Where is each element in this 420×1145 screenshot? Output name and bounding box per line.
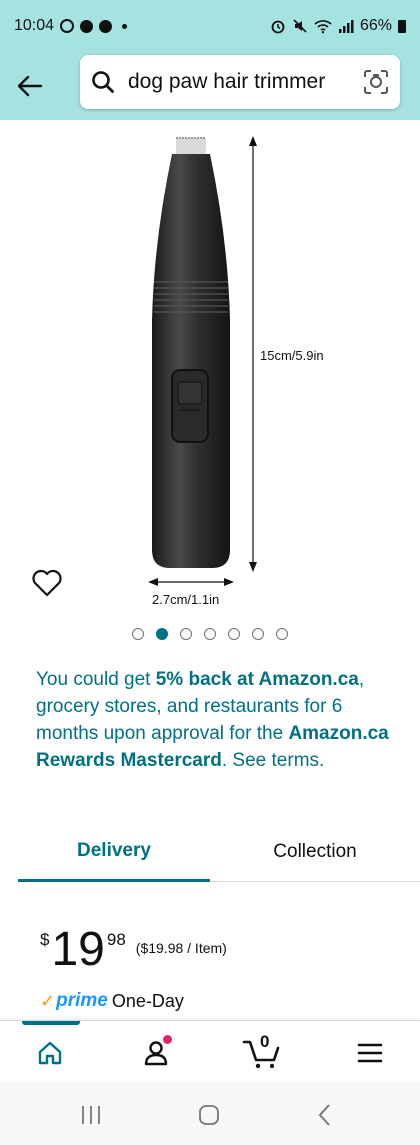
bottom-nav: 0 xyxy=(0,1020,420,1082)
more-notifications-icon xyxy=(122,23,128,29)
promo-text-1: You could get xyxy=(36,669,156,690)
nav-cart[interactable]: 0 xyxy=(240,1032,284,1071)
status-left: 10:04 xyxy=(14,17,128,35)
whatsapp-icon xyxy=(60,19,75,33)
heart-icon xyxy=(32,569,62,597)
prime-delivery-speed: One-Day xyxy=(111,990,184,1011)
carousel-dot[interactable] xyxy=(228,628,240,640)
price-currency-symbol: $ xyxy=(40,930,50,949)
price-whole: 19 xyxy=(51,923,105,976)
search-query-text: dog paw hair trimmer xyxy=(128,70,326,93)
price: $ 19 98 ($19.98 / Item) xyxy=(40,922,227,978)
tab-delivery[interactable]: Delivery xyxy=(18,822,210,882)
back-system-button[interactable] xyxy=(310,1100,340,1130)
height-dimension-label: 15cm/5.9in xyxy=(260,348,324,363)
battery-percent: 66% xyxy=(359,17,392,34)
wifi-icon xyxy=(314,20,332,34)
home-system-button[interactable] xyxy=(194,1100,224,1130)
cart-count: 0 xyxy=(260,1032,270,1051)
signal-app-icon xyxy=(80,19,94,33)
fulfillment-tabs: Delivery Collection xyxy=(18,822,420,882)
product-image[interactable]: 15cm/5.9in 2.7cm/1.1in xyxy=(0,120,420,620)
home-icon xyxy=(38,1041,62,1065)
nav-active-indicator xyxy=(22,1021,80,1025)
carousel-dot[interactable] xyxy=(132,628,144,640)
prime-check-icon: ✓ xyxy=(40,990,56,1011)
trimmer-illustration xyxy=(148,136,257,586)
recent-apps-icon xyxy=(82,1106,100,1124)
nav-menu[interactable] xyxy=(350,1035,390,1071)
carousel-dot[interactable] xyxy=(204,628,216,640)
status-right: 66% xyxy=(270,17,406,35)
tab-collection[interactable]: Collection xyxy=(210,822,420,882)
cell-signal-icon xyxy=(338,20,354,33)
status-bar: 10:04 66% xyxy=(0,0,420,52)
carousel-indicator xyxy=(0,628,420,640)
facebook-icon xyxy=(99,19,113,33)
width-dimension-label: 2.7cm/1.1in xyxy=(152,592,220,607)
arrow-left-icon xyxy=(17,75,43,97)
carousel-dot[interactable] xyxy=(180,628,192,640)
nav-home[interactable] xyxy=(30,1035,70,1071)
account-notification-dot xyxy=(163,1035,172,1044)
prime-delivery: ✓ prime One-Day xyxy=(40,990,184,1012)
unit-price: ($19.98 / Item) xyxy=(135,940,227,956)
nav-account[interactable] xyxy=(136,1035,176,1071)
carousel-dot[interactable] xyxy=(276,628,288,640)
hamburger-menu-icon xyxy=(357,1043,383,1063)
search-icon xyxy=(92,71,114,93)
home-system-icon xyxy=(199,1105,219,1125)
android-system-nav xyxy=(0,1082,420,1145)
mute-icon xyxy=(293,19,307,33)
promo-highlight-cashback: 5% back at Amazon.ca xyxy=(155,669,359,690)
price-fraction: 98 xyxy=(106,930,126,949)
chevron-left-icon xyxy=(318,1104,330,1126)
status-time: 10:04 xyxy=(14,17,55,34)
carousel-dot[interactable] xyxy=(252,628,264,640)
rewards-promo-link[interactable]: You could get 5% back at Amazon.ca, groc… xyxy=(36,666,396,774)
promo-text-3: . See terms. xyxy=(221,750,325,771)
camera-search-icon[interactable] xyxy=(362,68,390,96)
back-button[interactable] xyxy=(0,56,60,116)
search-input[interactable]: dog paw hair trimmer xyxy=(80,55,400,109)
prime-logo: prime xyxy=(56,990,108,1011)
search-header: dog paw hair trimmer xyxy=(0,52,420,120)
carousel-dot-active[interactable] xyxy=(156,628,168,640)
alarm-icon xyxy=(271,20,285,34)
wishlist-button[interactable] xyxy=(30,566,64,600)
battery-icon xyxy=(398,19,406,33)
recent-apps-button[interactable] xyxy=(76,1100,106,1130)
